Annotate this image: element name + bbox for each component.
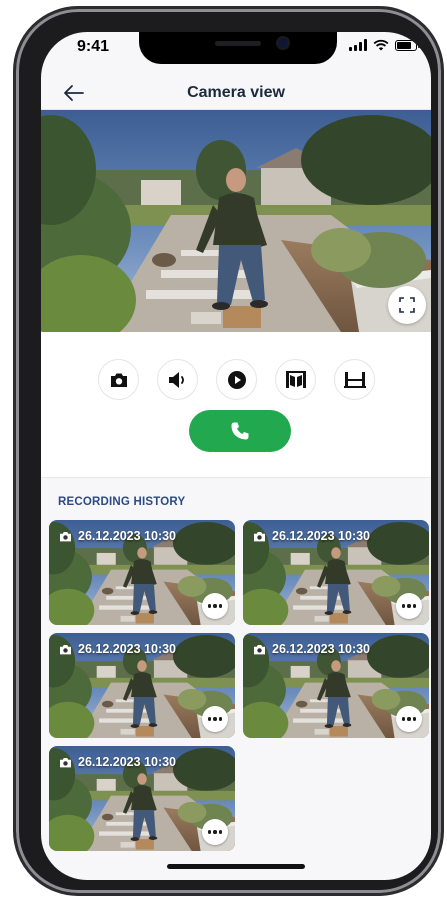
more-options-button[interactable]: [396, 593, 422, 619]
snapshot-button[interactable]: [98, 359, 139, 400]
status-icons: [349, 39, 420, 51]
fullscreen-button[interactable]: [388, 286, 426, 324]
gate-close-button[interactable]: [334, 359, 375, 400]
recording-timestamp: 26.12.2023 10:30: [272, 642, 371, 656]
phone-icon: [231, 422, 249, 440]
more-options-button[interactable]: [202, 819, 228, 845]
camera-icon: [60, 644, 71, 654]
control-buttons-row: [98, 359, 375, 400]
recording-timestamp: 26.12.2023 10:30: [78, 642, 177, 656]
recording-label: 26.12.2023 10:30: [59, 642, 176, 656]
side-button: [13, 118, 16, 148]
speaker-grille: [215, 41, 261, 46]
more-options-button[interactable]: [202, 706, 228, 732]
signal-icon: [349, 39, 367, 51]
recording-thumbnail[interactable]: 26.12.2023 10:30: [243, 520, 429, 625]
front-camera: [278, 38, 288, 48]
speaker-button[interactable]: [157, 359, 198, 400]
page-title: Camera view: [187, 84, 285, 101]
wifi-icon: [373, 39, 389, 51]
camera-icon: [60, 531, 71, 541]
recording-thumbnail[interactable]: 26.12.2023 10:30: [49, 633, 235, 738]
more-icon: [207, 830, 212, 834]
more-options-button[interactable]: [202, 593, 228, 619]
more-icon: [401, 717, 406, 721]
section-divider: [41, 477, 431, 478]
recording-label: 26.12.2023 10:30: [59, 529, 176, 543]
call-button[interactable]: [189, 410, 291, 452]
gate-open-button[interactable]: [275, 359, 316, 400]
side-button: [13, 168, 16, 224]
recording-timestamp: 26.12.2023 10:30: [272, 529, 371, 543]
recording-thumbnail[interactable]: 26.12.2023 10:30: [49, 520, 235, 625]
gate-open-icon: [285, 370, 306, 388]
recording-label: 26.12.2023 10:30: [253, 529, 370, 543]
side-button: [13, 234, 16, 290]
recording-thumbnail[interactable]: 26.12.2023 10:30: [49, 746, 235, 851]
fullscreen-icon: [399, 297, 415, 313]
phone-screen: 9:41 Camera view RECORDING HISTORY 26.12…: [41, 32, 431, 880]
camera-feed-image: [41, 110, 431, 332]
more-icon: [401, 604, 406, 608]
recording-timestamp: 26.12.2023 10:30: [78, 529, 177, 543]
battery-icon: [395, 39, 420, 51]
camera-icon: [60, 757, 71, 767]
camera-icon: [110, 373, 127, 387]
more-icon: [207, 604, 212, 608]
more-options-button[interactable]: [396, 706, 422, 732]
app-header: Camera view: [41, 77, 431, 109]
more-icon: [207, 717, 212, 721]
recording-label: 26.12.2023 10:30: [59, 755, 176, 769]
live-camera-view[interactable]: [41, 110, 431, 332]
camera-icon: [254, 531, 265, 541]
arrow-left-icon[interactable]: [61, 81, 87, 105]
camera-icon: [254, 644, 265, 654]
play-icon: [227, 370, 246, 389]
speaker-icon: [168, 371, 184, 388]
recording-thumbnail[interactable]: 26.12.2023 10:30: [243, 633, 429, 738]
home-indicator: [167, 864, 305, 869]
recording-timestamp: 26.12.2023 10:30: [78, 755, 177, 769]
recording-history-title: RECORDING HISTORY: [58, 496, 186, 508]
notch: [139, 32, 337, 64]
play-button[interactable]: [216, 359, 257, 400]
camera-controls: [41, 332, 431, 477]
recording-label: 26.12.2023 10:30: [253, 642, 370, 656]
status-time: 9:41: [77, 38, 110, 55]
gate-close-icon: [343, 371, 366, 388]
